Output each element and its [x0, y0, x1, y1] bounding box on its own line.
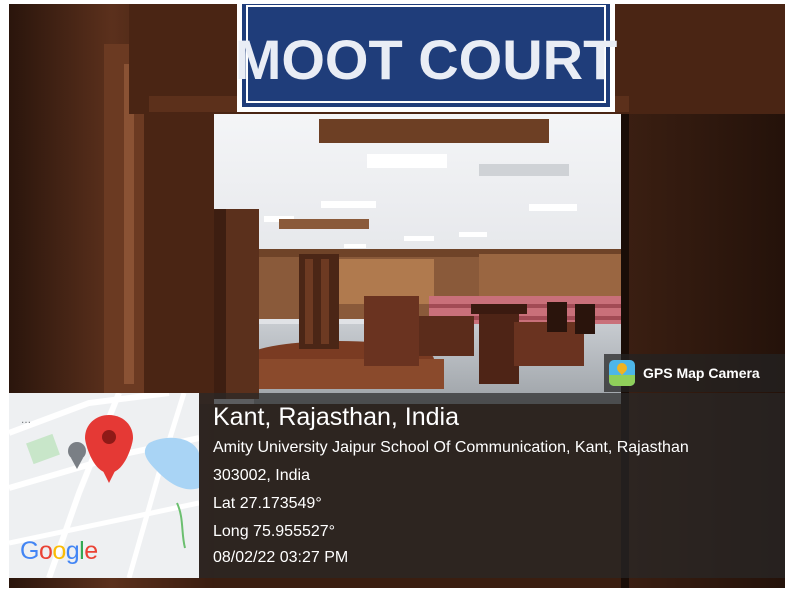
latitude: Lat 27.173549° — [213, 495, 322, 512]
address-line-2: 303002, India — [213, 467, 310, 484]
photo-frame: MOOT COURT GPS Map Camera … Google Kant,… — [0, 0, 785, 593]
svg-text:…: … — [21, 415, 31, 426]
google-logo: Google — [20, 537, 98, 565]
moot-court-sign: MOOT COURT — [235, 28, 618, 91]
app-name: GPS Map Camera — [643, 365, 760, 381]
datetime: 08/02/22 03:27 PM — [213, 549, 349, 566]
map-thumbnail: … Google — [9, 393, 199, 578]
address-line-1: Amity University Jaipur School Of Commun… — [213, 439, 689, 456]
app-badge: GPS Map Camera — [604, 354, 785, 392]
gps-map-camera-icon — [609, 360, 635, 386]
location-info-panel: Kant, Rajasthan, India Amity University … — [199, 393, 785, 578]
location-title: Kant, Rajasthan, India — [213, 403, 459, 431]
longitude: Long 75.955527° — [213, 523, 336, 540]
